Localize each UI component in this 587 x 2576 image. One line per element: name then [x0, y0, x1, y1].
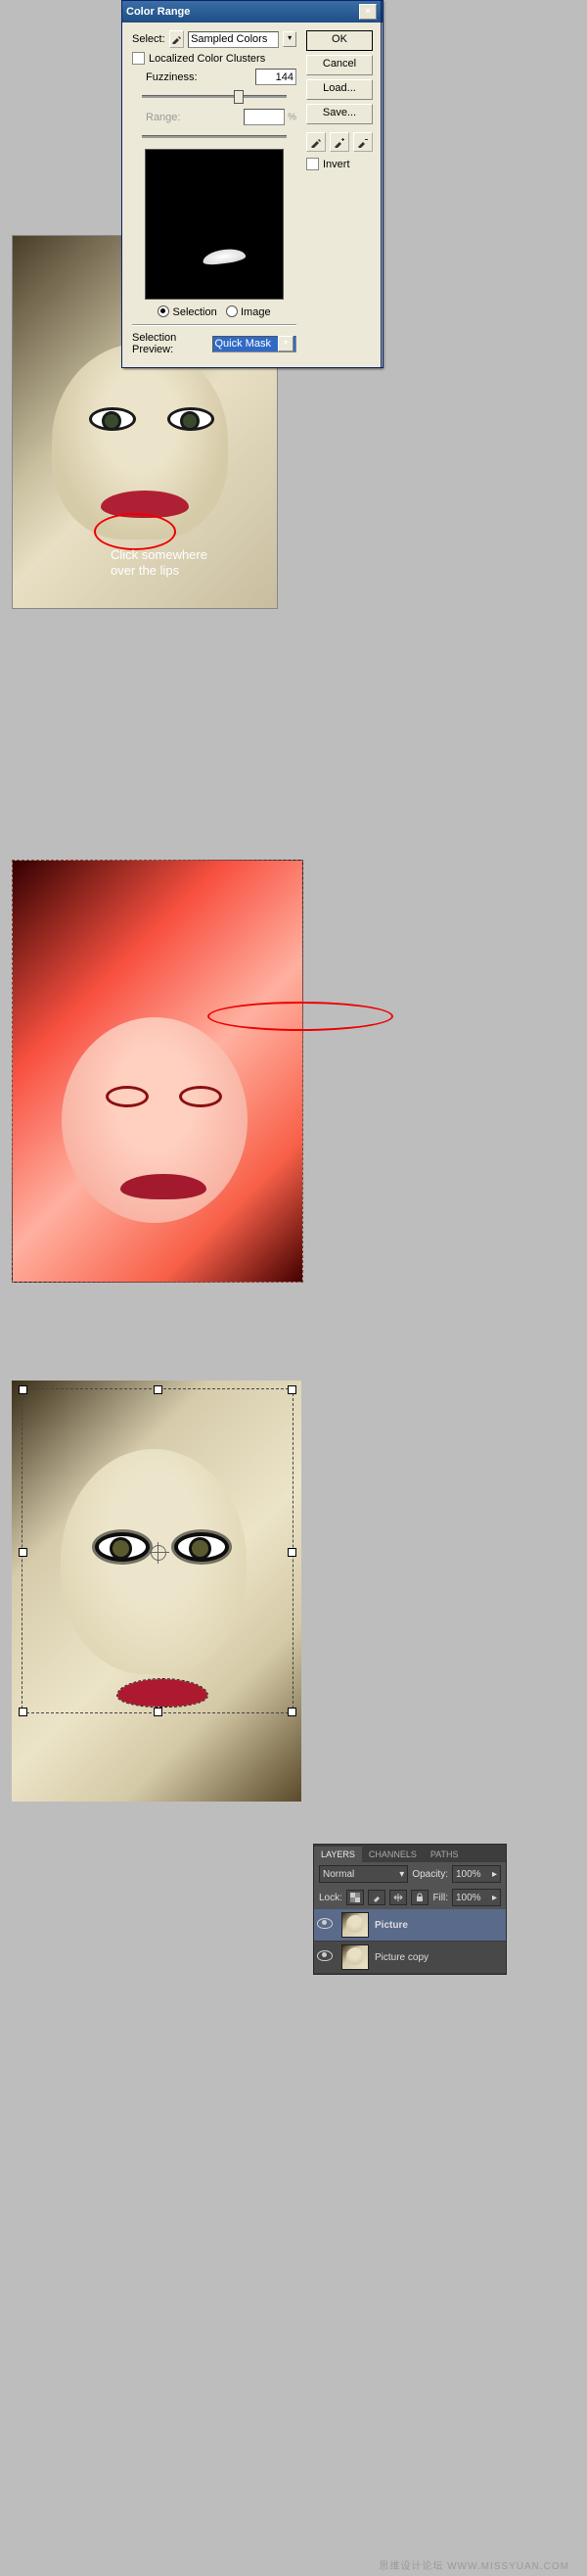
annotation-oval — [207, 1002, 393, 1031]
save-button[interactable]: Save... — [306, 104, 373, 124]
tab-channels[interactable]: CHANNELS — [362, 1847, 424, 1862]
eye-left — [89, 407, 136, 431]
ok-button[interactable]: OK — [306, 30, 373, 51]
layer-thumbnail — [341, 1944, 369, 1970]
lock-all-icon[interactable] — [411, 1890, 429, 1905]
localized-label: Localized Color Clusters — [149, 53, 265, 65]
eyedropper-minus-icon[interactable] — [353, 132, 373, 152]
range-slider — [142, 129, 287, 143]
load-button[interactable]: Load... — [306, 79, 373, 100]
color-range-dialog-2: Color Range × Select: Sampled Colors ▾ L… — [121, 0, 382, 368]
eyedropper-plus-icon[interactable] — [330, 132, 349, 152]
layer-row[interactable]: Picture copy — [314, 1942, 506, 1974]
opacity-input[interactable]: 100%▸ — [452, 1865, 501, 1883]
transform-handle[interactable] — [154, 1385, 162, 1394]
transform-handle[interactable] — [154, 1708, 162, 1716]
radio-image-label: Image — [241, 306, 271, 318]
selection-preview-label: Selection Preview: — [132, 332, 208, 355]
transform-handle[interactable] — [19, 1385, 27, 1394]
transform-handle[interactable] — [288, 1548, 296, 1557]
photo-step-2 — [12, 860, 303, 1283]
localized-checkbox[interactable] — [132, 52, 145, 65]
lock-transparency-icon[interactable] — [346, 1890, 364, 1905]
lock-pixels-icon[interactable] — [368, 1890, 385, 1905]
transform-bounding-box[interactable] — [22, 1388, 294, 1713]
eye-left — [106, 1086, 149, 1107]
fill-label: Fill: — [432, 1893, 448, 1903]
invert-checkbox[interactable] — [306, 158, 319, 170]
dialog-titlebar[interactable]: Color Range × — [122, 1, 381, 23]
layer-row[interactable]: Picture — [314, 1909, 506, 1942]
eyedropper-icon[interactable] — [306, 132, 326, 152]
dialog-button-column: OK Cancel Load... Save... Invert — [306, 30, 373, 174]
opacity-label: Opacity: — [412, 1869, 448, 1880]
chevron-down-icon: ▾ — [278, 336, 294, 351]
fill-input[interactable]: 100%▸ — [452, 1889, 501, 1906]
panel-tabs: LAYERS CHANNELS PATHS — [314, 1845, 506, 1862]
annotation-text: Click somewhereover the lips — [111, 547, 207, 579]
transform-handle[interactable] — [19, 1708, 27, 1716]
preview-mode-radios: Selection Image — [132, 305, 296, 318]
fuzziness-slider[interactable] — [142, 89, 287, 103]
radio-selection[interactable] — [158, 305, 169, 317]
select-label: Select: — [132, 33, 165, 45]
dialog-title: Color Range — [126, 6, 190, 18]
layer-name[interactable]: Picture — [375, 1920, 408, 1931]
close-button[interactable]: × — [359, 4, 377, 20]
tab-paths[interactable]: PATHS — [424, 1847, 466, 1862]
fuzziness-input[interactable] — [255, 69, 296, 85]
lock-position-icon[interactable] — [389, 1890, 407, 1905]
lips — [120, 1174, 206, 1199]
eye-right — [179, 1086, 222, 1107]
layer-visibility-toggle[interactable] — [314, 1918, 336, 1932]
transform-handle[interactable] — [288, 1708, 296, 1716]
range-label: Range: — [146, 112, 180, 123]
transform-handle[interactable] — [288, 1385, 296, 1394]
layer-list: Picture Picture copy — [314, 1909, 506, 1974]
radio-selection-label: Selection — [172, 306, 216, 318]
layer-name[interactable]: Picture copy — [375, 1952, 429, 1963]
fuzziness-label: Fuzziness: — [146, 71, 198, 83]
tab-layers[interactable]: LAYERS — [314, 1847, 362, 1862]
radio-image[interactable] — [226, 305, 238, 317]
dropdown-arrow-icon[interactable]: ▾ — [283, 31, 296, 47]
range-unit: % — [288, 113, 296, 123]
layer-visibility-toggle[interactable] — [314, 1950, 336, 1964]
blend-mode-dropdown[interactable]: Normal▾ — [319, 1865, 408, 1883]
transform-center-icon[interactable] — [151, 1545, 166, 1561]
eye-right — [167, 407, 214, 431]
transform-handle[interactable] — [19, 1548, 27, 1557]
slider-thumb[interactable] — [234, 90, 244, 104]
annotation-circle — [94, 513, 176, 550]
eye-icon — [317, 1950, 333, 1961]
selection-preview-dropdown[interactable]: Quick Mask▾ — [212, 336, 297, 352]
layer-thumbnail — [341, 1912, 369, 1938]
eye-icon — [317, 1918, 333, 1929]
select-dropdown[interactable]: Sampled Colors — [188, 31, 279, 48]
cancel-button[interactable]: Cancel — [306, 55, 373, 75]
watermark: 思维设计论坛 WWW.MISSYUAN.COM — [0, 2557, 587, 2572]
range-input — [244, 109, 285, 125]
selection-preview-image — [145, 149, 284, 300]
layers-panel: LAYERS CHANNELS PATHS Normal▾ Opacity: 1… — [313, 1844, 507, 1975]
eyedropper-icon — [169, 30, 184, 48]
invert-label: Invert — [323, 159, 350, 170]
lock-label: Lock: — [319, 1893, 342, 1903]
